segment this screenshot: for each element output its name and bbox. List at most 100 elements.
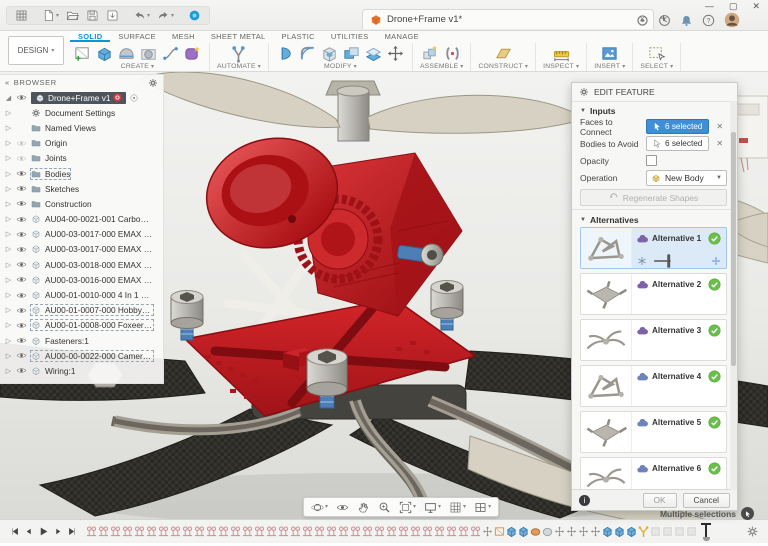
visibility-eye-icon[interactable] <box>16 290 28 301</box>
browser-item[interactable]: ▷AU00-03-0017-000 EMAX RS6-226... <box>0 242 163 257</box>
automate-icon[interactable] <box>229 44 248 63</box>
disclosure-icon[interactable]: ▷ <box>4 185 13 193</box>
minimize-button[interactable]: — <box>705 1 714 12</box>
freeze-icon[interactable] <box>637 256 647 266</box>
browser-root-row[interactable]: ◢ Drone+Frame v1 <box>0 90 163 105</box>
timeline-joint-feature[interactable] <box>410 525 421 538</box>
timeline-move-feature[interactable] <box>578 525 589 538</box>
play-button[interactable] <box>38 526 49 537</box>
move-icon[interactable] <box>711 256 721 266</box>
browser-item[interactable]: ▷AU00-00-0022-000 Camera Mount... <box>0 348 163 363</box>
timeline-joint-feature[interactable] <box>458 525 469 538</box>
fit-icon[interactable]: ▾ <box>399 501 416 514</box>
disclosure-icon[interactable]: ▷ <box>4 352 13 360</box>
timeline-joint-feature[interactable] <box>170 525 181 538</box>
dialog-header[interactable]: EDIT FEATURE <box>572 83 737 102</box>
visibility-eye-icon[interactable] <box>16 198 28 209</box>
visibility-eye-icon[interactable] <box>16 274 28 285</box>
timeline-joint-feature[interactable] <box>338 525 349 538</box>
create-sketch-icon[interactable] <box>73 44 92 63</box>
alternative-row[interactable]: Alternative 4 <box>580 365 727 407</box>
browser-item[interactable]: ▷Origin <box>0 136 163 151</box>
timeline-branch-feature[interactable] <box>638 525 649 538</box>
visibility-eye-icon[interactable] <box>16 259 28 270</box>
maximize-button[interactable]: ▢ <box>729 1 738 12</box>
fillet-icon[interactable] <box>298 44 317 63</box>
disclosure-icon[interactable]: ▷ <box>4 321 13 329</box>
new-component-icon[interactable] <box>421 44 440 63</box>
shell-icon[interactable] <box>320 44 339 63</box>
visibility-eye-icon[interactable] <box>16 365 28 376</box>
ribbon-group-label[interactable]: SELECT▾ <box>640 63 673 70</box>
combine-icon[interactable] <box>342 44 361 63</box>
timeline-joint-feature[interactable] <box>374 525 385 538</box>
display-settings-icon[interactable]: ▾ <box>424 501 441 514</box>
ribbon-group-label[interactable]: AUTOMATE▾ <box>217 63 261 70</box>
alternative-row[interactable]: Alternative 5 <box>580 411 727 453</box>
viewports-icon[interactable]: ▾ <box>474 501 491 514</box>
timeline-rolled-back-feature[interactable] <box>686 525 697 538</box>
browser-item[interactable]: ▷AU00-01-0007-000 Hobbywing XR... <box>0 303 163 318</box>
primitive-icon[interactable] <box>139 44 158 63</box>
disclosure-icon[interactable]: ▷ <box>4 124 13 132</box>
timeline-joint-feature[interactable] <box>230 525 241 538</box>
cancel-button[interactable]: Cancel <box>683 493 731 508</box>
disclosure-icon[interactable]: ▷ <box>4 306 13 314</box>
timeline-joint-feature[interactable] <box>122 525 133 538</box>
joint-icon[interactable] <box>443 44 462 63</box>
alternative-row[interactable]: Alternative 2 <box>580 273 727 315</box>
timeline-extrude-feature[interactable] <box>626 525 637 538</box>
timeline-joint-feature[interactable] <box>134 525 145 538</box>
timeline-joint-feature[interactable] <box>326 525 337 538</box>
alternative-row[interactable]: Alternative 3 <box>580 319 727 361</box>
step-forward-button[interactable] <box>54 527 63 536</box>
ribbon-group-label[interactable]: INSERT▾ <box>594 63 625 70</box>
browser-item[interactable]: ▷Fasteners:1 <box>0 333 163 348</box>
regenerate-shapes-button[interactable]: Regenerate Shapes <box>580 189 727 206</box>
timeline-joint-feature[interactable] <box>278 525 289 538</box>
timeline-joint-feature[interactable] <box>146 525 157 538</box>
opacity-checkbox[interactable] <box>646 155 657 166</box>
timeline-joint-feature[interactable] <box>446 525 457 538</box>
timeline-joint-feature[interactable] <box>242 525 253 538</box>
file-new-icon[interactable]: ▾ <box>42 9 59 22</box>
browser-item[interactable]: ▷Joints <box>0 151 163 166</box>
save-icon[interactable] <box>86 9 99 22</box>
disclosure-icon[interactable]: ▷ <box>4 291 13 299</box>
avatar[interactable] <box>724 12 740 28</box>
timeline-sketch-feature[interactable] <box>494 525 505 538</box>
browser-gear-icon[interactable] <box>148 78 158 88</box>
ribbon-group-label[interactable]: CONSTRUCT▾ <box>478 63 528 70</box>
ribbon-group-label[interactable]: ASSEMBLE▾ <box>420 63 463 70</box>
alternative-row[interactable]: Alternative 6 <box>580 457 727 489</box>
timeline-joint-feature[interactable] <box>350 525 361 538</box>
select-window-icon[interactable] <box>647 44 666 63</box>
visibility-eye-icon[interactable] <box>16 305 28 316</box>
ribbon-group-label[interactable]: MODIFY▾ <box>324 63 357 70</box>
disclosure-icon[interactable]: ▷ <box>4 215 13 223</box>
browser-item[interactable]: ▷Construction <box>0 196 163 211</box>
clear-selection-icon[interactable]: ✕ <box>716 139 723 148</box>
construction-plane-icon[interactable] <box>494 44 513 63</box>
timeline-joint-feature[interactable] <box>254 525 265 538</box>
visibility-eye-icon[interactable] <box>16 153 28 164</box>
timeline-track[interactable] <box>86 523 714 541</box>
undo-icon[interactable]: ▾ <box>133 9 150 22</box>
document-tab[interactable]: Drone+Frame v1* ✕ <box>362 9 654 29</box>
move-icon[interactable] <box>386 44 405 63</box>
zoom-icon[interactable] <box>378 501 391 514</box>
timeline-joint-feature[interactable] <box>470 525 481 538</box>
timeline-extrude-feature[interactable] <box>614 525 625 538</box>
browser-item[interactable]: ▷AU00-01-0010-000 4 In 1 ESC Moc... <box>0 287 163 302</box>
ribbon-tab-solid[interactable]: SOLID <box>70 31 110 42</box>
visibility-eye-icon[interactable] <box>16 92 28 103</box>
timeline-joint-feature[interactable] <box>422 525 433 538</box>
create-form-icon[interactable] <box>117 44 136 63</box>
ribbon-group-label[interactable]: INSPECT▾ <box>543 63 579 70</box>
job-status-icon[interactable] <box>188 9 201 22</box>
orbit-icon[interactable]: ▾ <box>311 501 328 514</box>
extrude-icon[interactable] <box>95 44 114 63</box>
browser-item[interactable]: ▷AU00-03-0017-000 EMAX RS6-226... <box>0 227 163 242</box>
close-button[interactable]: ✕ <box>752 1 760 12</box>
alternative-row[interactable]: Alternative 1 <box>580 227 727 269</box>
